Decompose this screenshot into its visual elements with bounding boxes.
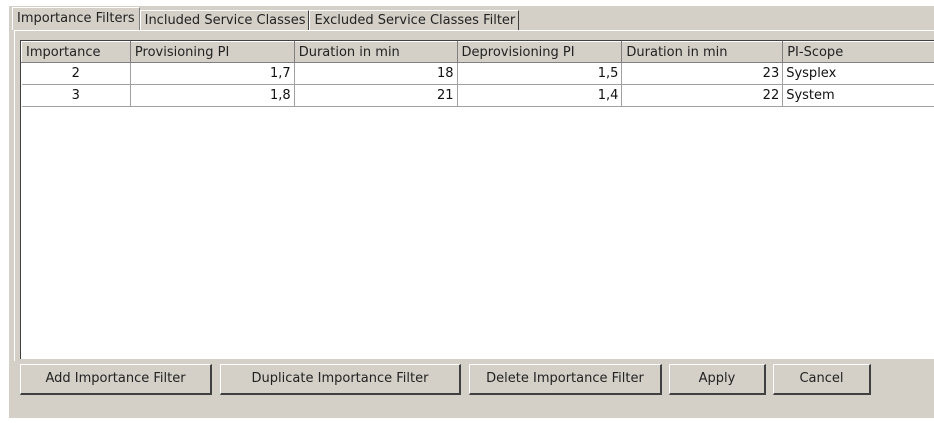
importance-filters-table[interactable]: Importance Provisioning PI Duration in m…: [20, 40, 934, 359]
apply-button[interactable]: Apply: [669, 364, 766, 395]
column-header-deprovisioning-duration[interactable]: Duration in min: [621, 41, 784, 63]
cell-deprovisioning-pi: 1,4: [457, 84, 623, 107]
cell-importance: 3: [21, 84, 131, 107]
column-header-provisioning-duration[interactable]: Duration in min: [293, 41, 458, 63]
panel-bottom-edge: [9, 418, 934, 423]
cell-deprovisioning-duration: 22: [621, 84, 784, 107]
column-header-deprovisioning-pi[interactable]: Deprovisioning PI: [456, 41, 623, 63]
tab-importance-filters[interactable]: Importance Filters: [12, 7, 140, 30]
cell-deprovisioning-pi: 1,5: [457, 62, 623, 85]
duplicate-importance-filter-button[interactable]: Duplicate Importance Filter: [220, 364, 461, 395]
cell-provisioning-duration: 18: [294, 62, 458, 85]
table-header-row: Importance Provisioning PI Duration in m…: [21, 41, 934, 63]
tab-bar: Importance Filters Included Service Clas…: [12, 7, 520, 30]
cell-pi-scope: Sysplex: [782, 62, 934, 85]
cell-provisioning-duration: 21: [294, 84, 458, 107]
cell-importance: 2: [21, 62, 131, 85]
cell-provisioning-pi: 1,7: [130, 62, 295, 85]
table-row[interactable]: 2 1,7 18 1,5 23 Sysplex: [21, 62, 934, 85]
tab-included-service-classes[interactable]: Included Service Classes: [139, 10, 310, 30]
table-row[interactable]: 3 1,8 21 1,4 22 System: [21, 84, 934, 107]
column-header-pi-scope[interactable]: PI-Scope: [782, 41, 934, 63]
column-header-provisioning-pi[interactable]: Provisioning PI: [129, 41, 295, 63]
cancel-button[interactable]: Cancel: [773, 364, 871, 395]
cell-pi-scope: System: [782, 84, 934, 107]
cell-deprovisioning-duration: 23: [621, 62, 784, 85]
tab-excluded-service-classes-filter[interactable]: Excluded Service Classes Filter: [309, 10, 520, 30]
column-header-importance[interactable]: Importance: [21, 41, 131, 63]
cell-provisioning-pi: 1,8: [130, 84, 295, 107]
delete-importance-filter-button[interactable]: Delete Importance Filter: [469, 364, 662, 395]
add-importance-filter-button[interactable]: Add Importance Filter: [20, 364, 212, 395]
